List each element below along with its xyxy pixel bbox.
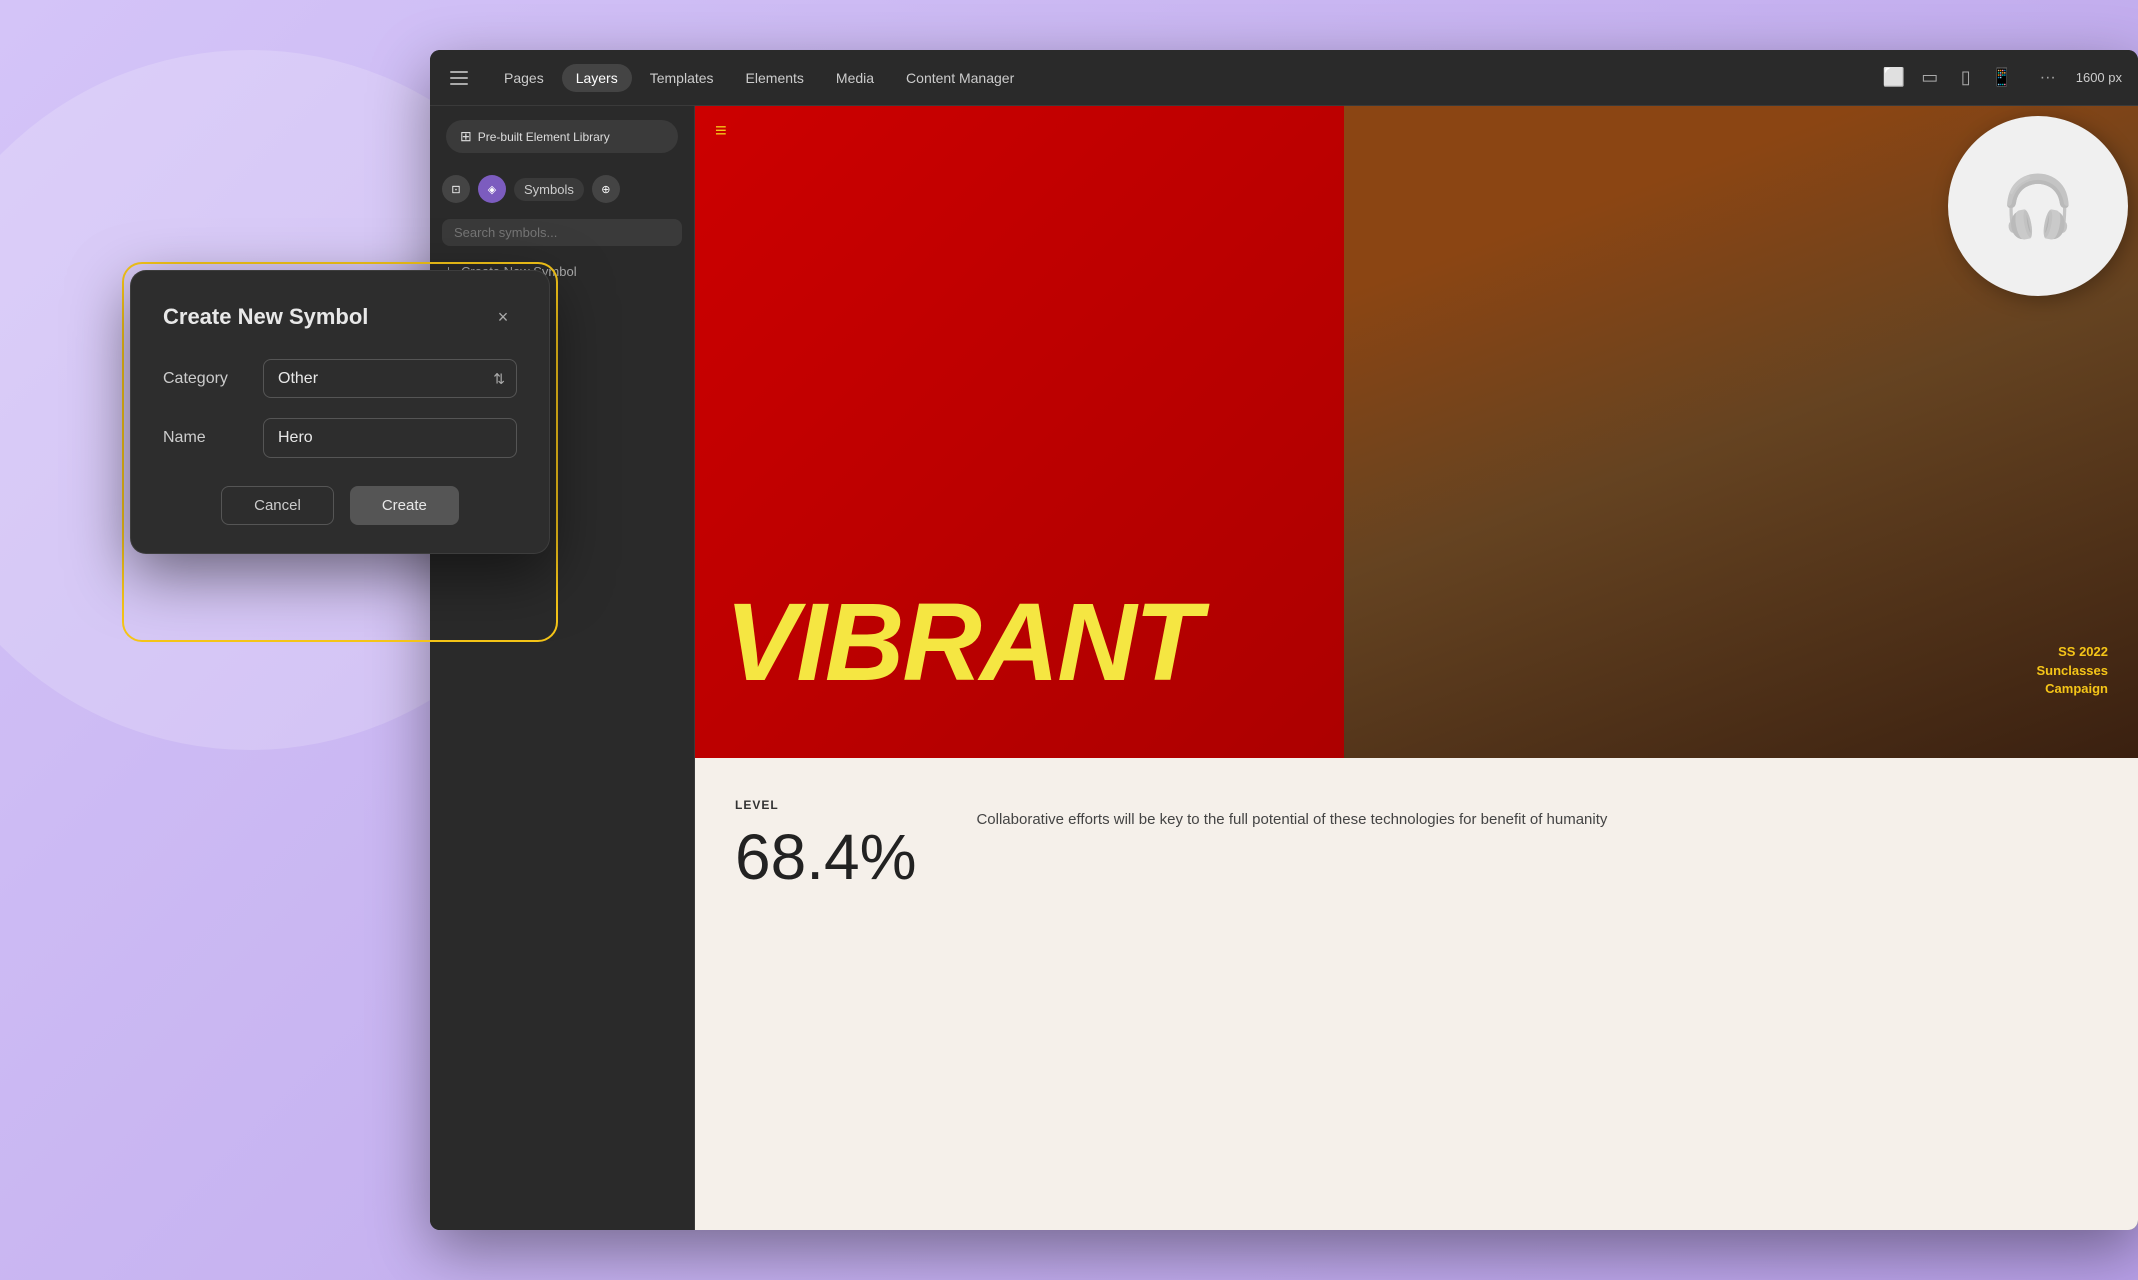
pre-built-library-button[interactable]: Pre-built Element Library	[446, 120, 678, 153]
tab-media[interactable]: Media	[822, 64, 888, 92]
mobile-icon[interactable]: 📱	[1988, 68, 2016, 88]
desktop-icon[interactable]: ⬜	[1880, 68, 1908, 88]
category-label: Category	[163, 370, 263, 388]
campaign-text: SS 2022 Sunclasses Campaign	[2036, 643, 2108, 698]
modal-overlay: Create New Symbol × Category Other ⇅ Nam…	[130, 270, 550, 554]
app-window: Pages Layers Templates Elements Media Co…	[430, 50, 2138, 1230]
sidebar-header: Pre-built Element Library	[430, 106, 694, 167]
create-button[interactable]: Create	[350, 486, 459, 525]
modal-name-field: Name	[163, 418, 517, 458]
hero-section: ≡ HOME ABOUT SE... 🎧 VIBRANT SS 2022 Sun…	[695, 106, 2138, 758]
name-input[interactable]	[263, 418, 517, 458]
tablet-landscape-icon[interactable]: ▭	[1916, 68, 1944, 88]
sidebar-tab-symbols[interactable]: Symbols	[514, 178, 584, 201]
vibrant-text: VIBRANT	[725, 588, 1200, 698]
tab-pages[interactable]: Pages	[490, 64, 558, 92]
category-select-wrapper: Other ⇅	[263, 359, 517, 398]
cancel-button[interactable]: Cancel	[221, 486, 334, 525]
canvas: ≡ HOME ABOUT SE... 🎧 VIBRANT SS 2022 Sun…	[695, 106, 2138, 1230]
sidebar-tab-icon-2[interactable]: ◈	[478, 175, 506, 203]
desc-block: Collaborative efforts will be key to the…	[976, 798, 2098, 1190]
more-button[interactable]: ···	[2032, 65, 2064, 91]
tablet-portrait-icon[interactable]: ▯	[1952, 68, 1980, 88]
hero-hamburger-icon: ≡	[715, 120, 727, 143]
sidebar-tabs: ⊡ ◈ Symbols ⊕	[430, 167, 694, 211]
tab-elements[interactable]: Elements	[732, 64, 818, 92]
px-display: 1600 px	[2076, 70, 2122, 85]
modal-category-field: Category Other ⇅	[163, 359, 517, 398]
desc-text: Collaborative efforts will be key to the…	[976, 808, 2098, 832]
device-icons: ⬜ ▭ ▯ 📱	[1880, 68, 2016, 88]
name-label: Name	[163, 429, 263, 447]
level-block: LEVEL 68.4%	[735, 798, 916, 1190]
create-symbol-modal: Create New Symbol × Category Other ⇅ Nam…	[130, 270, 550, 554]
search-input[interactable]	[442, 219, 682, 246]
headphone-visual: 🎧	[1948, 116, 2128, 296]
campaign-sub2: Campaign	[2036, 680, 2108, 698]
bottom-section: LEVEL 68.4% Collaborative efforts will b…	[695, 758, 2138, 1230]
sidebar-tab-icon-3[interactable]: ⊕	[592, 175, 620, 203]
campaign-sub: Sunclasses	[2036, 662, 2108, 680]
tab-templates[interactable]: Templates	[636, 64, 728, 92]
tab-layers[interactable]: Layers	[562, 64, 632, 92]
hero-person-image: 🎧	[1344, 106, 2138, 758]
modal-close-button[interactable]: ×	[489, 303, 517, 331]
level-label: LEVEL	[735, 798, 916, 812]
modal-title: Create New Symbol	[163, 304, 368, 330]
level-value: 68.4%	[735, 820, 916, 894]
category-select[interactable]: Other	[263, 359, 517, 398]
campaign-year: SS 2022	[2036, 643, 2108, 661]
modal-actions: Cancel Create	[163, 486, 517, 525]
menu-icon[interactable]	[446, 62, 478, 94]
modal-header: Create New Symbol ×	[163, 303, 517, 331]
sidebar-tab-icon-1[interactable]: ⊡	[442, 175, 470, 203]
toolbar: Pages Layers Templates Elements Media Co…	[430, 50, 2138, 106]
tab-content-manager[interactable]: Content Manager	[892, 64, 1028, 92]
headphone-image: 🎧	[1948, 116, 2128, 296]
